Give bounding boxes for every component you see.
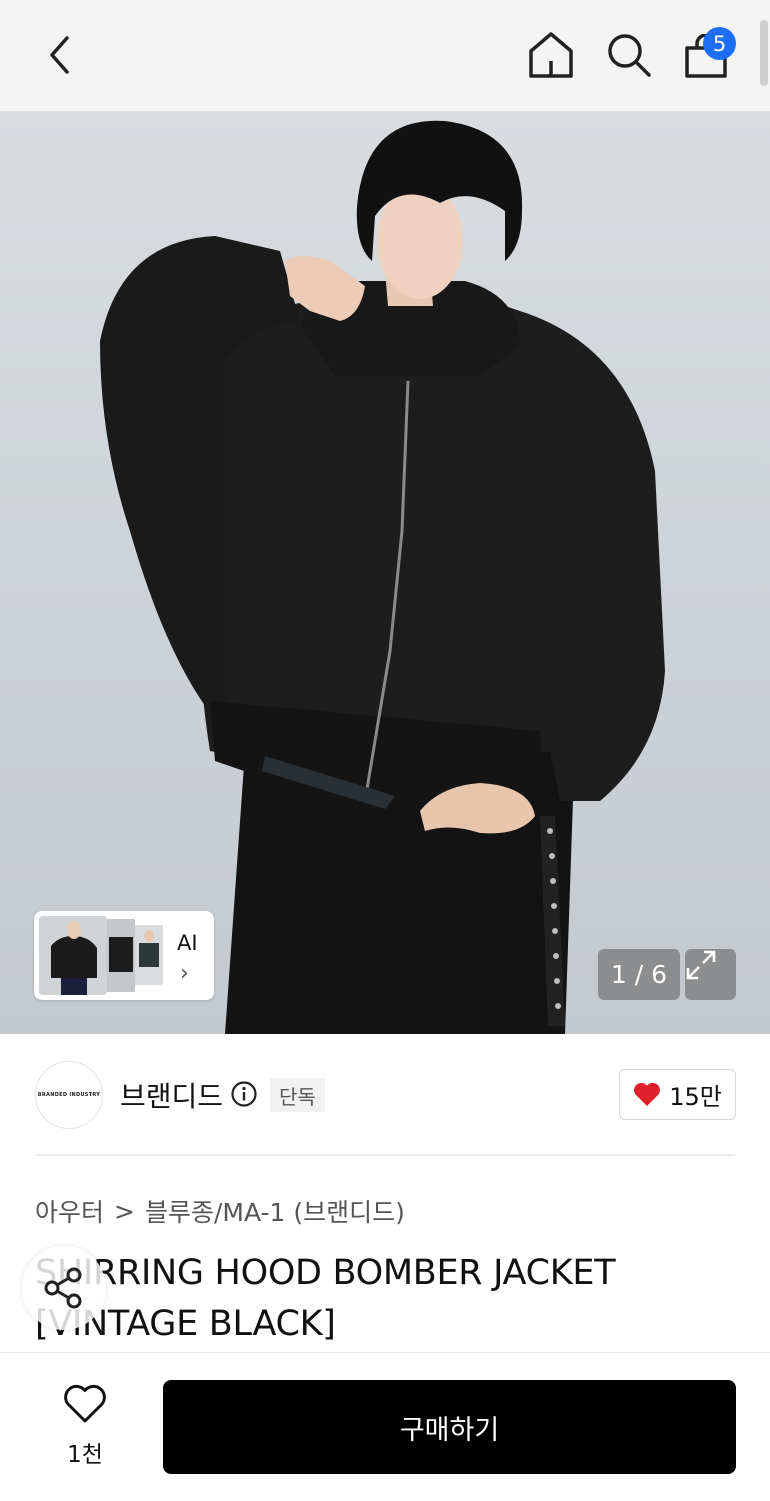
top-navigation-bar: 5: [0, 0, 770, 111]
scrollbar[interactable]: [760, 20, 768, 86]
chevron-right-icon: ›: [180, 961, 189, 986]
heart-icon: [64, 1384, 106, 1423]
home-button[interactable]: [527, 31, 575, 79]
search-button[interactable]: [605, 31, 653, 79]
search-icon: [608, 34, 651, 77]
wishlist-count: 1천: [67, 1442, 103, 1468]
breadcrumb-level1[interactable]: 아우터: [35, 1193, 104, 1229]
brand-logo[interactable]: BRANDED INDUSTRY: [35, 1061, 103, 1129]
wishlist-button[interactable]: [52, 1384, 118, 1428]
ai-thumbnail-1: [39, 916, 107, 995]
info-icon[interactable]: [231, 1081, 257, 1107]
chevron-left-icon: [50, 36, 69, 74]
cart-count-badge: 5: [703, 27, 736, 60]
product-photo: [100, 120, 665, 1034]
share-icon: [44, 1267, 82, 1309]
ai-thumbnail-3: [135, 925, 163, 985]
ai-label: AI: [177, 931, 198, 955]
expand-icon: [686, 950, 716, 980]
brand-like-button[interactable]: 15만: [619, 1069, 736, 1120]
brand-name[interactable]: 브랜디드: [120, 1075, 223, 1115]
heart-filled-icon: [634, 1082, 661, 1106]
home-icon: [529, 32, 573, 78]
brand-like-count: 15만: [669, 1083, 722, 1111]
divider: [35, 1154, 735, 1156]
chevron-right-icon: >: [114, 1196, 135, 1226]
image-counter: 1 / 6: [598, 949, 680, 1000]
breadcrumb-level2[interactable]: 블루종/MA-1 (브랜디드): [145, 1193, 405, 1229]
buy-button[interactable]: 구매하기: [163, 1380, 736, 1474]
ai-styling-card[interactable]: AI ›: [34, 911, 214, 1000]
share-button[interactable]: [22, 1246, 106, 1330]
ai-thumbnail-2: [107, 919, 135, 992]
brand-logo-text: BRANDED INDUSTRY: [37, 1092, 101, 1098]
product-image[interactable]: AI › 1 / 6: [0, 111, 770, 1034]
back-button[interactable]: [40, 35, 80, 75]
breadcrumb: 아우터 > 블루종/MA-1 (브랜디드): [35, 1193, 405, 1229]
expand-button[interactable]: [685, 949, 736, 1000]
exclusive-tag: 단독: [270, 1078, 325, 1112]
product-title: SHIRRING HOOD BOMBER JACKET [VINTAGE BLA…: [35, 1253, 616, 1344]
